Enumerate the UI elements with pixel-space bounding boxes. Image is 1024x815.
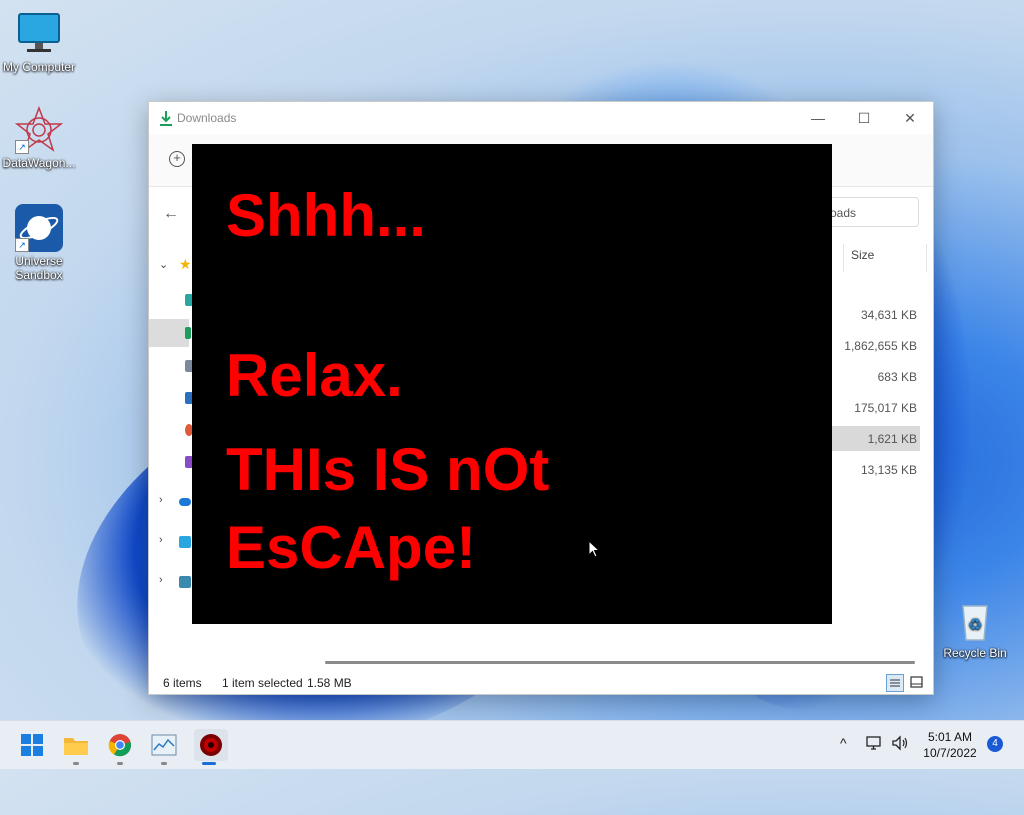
window-titlebar[interactable]: Downloads — ☐ ✕ xyxy=(149,102,933,134)
close-button[interactable]: ✕ xyxy=(887,102,933,134)
overlay-line-4: EsCApe! xyxy=(226,514,477,581)
navigation-pane: ⌄ ★ › › › xyxy=(149,242,193,662)
nav-item-network[interactable]: › xyxy=(149,568,191,596)
selection-size: 1.58 MB xyxy=(307,676,352,690)
maximize-button[interactable]: ☐ xyxy=(841,102,887,134)
network-icon[interactable] xyxy=(866,735,884,754)
shortcut-arrow-icon: ↗ xyxy=(15,238,29,252)
file-explorer-icon[interactable] xyxy=(62,731,90,759)
column-header-size[interactable]: Size xyxy=(843,244,927,272)
shortcut-arrow-icon: ↗ xyxy=(15,140,29,154)
desktop-icon-recycle-bin[interactable]: ♻ Recycle Bin xyxy=(936,596,1014,660)
pc-icon xyxy=(179,536,191,548)
chevron-right-icon: › xyxy=(159,534,163,546)
overlay-line-1: Shhh... xyxy=(226,182,426,249)
file-size: 175,017 KB xyxy=(854,401,917,415)
nav-item-onedrive[interactable]: › xyxy=(149,488,191,516)
file-size: 1,621 KB xyxy=(867,432,917,446)
tiles-view-button[interactable] xyxy=(908,674,926,692)
desktop-icon-universe-sandbox[interactable]: ↗ Universe Sandbox xyxy=(0,204,78,282)
overlay-line-3: THIs IS nOt xyxy=(226,436,550,503)
svg-text:♻: ♻ xyxy=(968,615,982,634)
horizontal-scrollbar[interactable] xyxy=(325,661,915,664)
nav-item-this-pc[interactable]: › xyxy=(149,528,191,556)
overlay-line-2: Relax. xyxy=(226,342,403,409)
nav-item[interactable] xyxy=(149,448,193,476)
malware-app-icon[interactable] xyxy=(194,729,228,761)
clock-time: 5:01 AM xyxy=(927,730,973,744)
desktop-icon-label: My Computer xyxy=(2,60,76,74)
file-size: 1,862,655 KB xyxy=(844,339,917,353)
clock-date: 10/7/2022 xyxy=(923,746,977,760)
file-size: 683 KB xyxy=(877,370,917,384)
chevron-down-icon: ⌄ xyxy=(159,259,169,271)
back-arrow-icon[interactable]: ← xyxy=(163,205,179,223)
chevron-up-icon[interactable]: ^ xyxy=(840,735,847,751)
star-icon: ★ xyxy=(179,256,192,272)
start-icon[interactable] xyxy=(18,731,46,759)
nav-item[interactable] xyxy=(149,384,193,412)
active-indicator xyxy=(202,762,216,765)
nav-item[interactable] xyxy=(149,416,193,444)
chevron-right-icon: › xyxy=(159,494,163,506)
new-item-button[interactable]: + xyxy=(169,151,185,167)
notification-badge[interactable]: 4 xyxy=(987,736,1003,752)
taskbar: ^ 5:01 AM 10/7/2022 xyxy=(0,720,1024,769)
status-bar: 6 items 1 item selected 1.58 MB xyxy=(149,670,933,694)
details-view-button[interactable] xyxy=(886,674,904,692)
desktop-icon-datawagon[interactable]: ↗ DataWagon... xyxy=(0,105,78,170)
nav-item[interactable] xyxy=(149,352,193,380)
running-indicator xyxy=(117,762,123,765)
desktop-icon-label: Recycle Bin xyxy=(943,646,1007,660)
recycle-bin-icon: ♻ xyxy=(951,596,999,644)
item-count: 6 items xyxy=(163,676,202,690)
download-arrow-icon xyxy=(160,111,172,126)
file-size: 13,135 KB xyxy=(860,463,917,477)
volume-icon[interactable] xyxy=(891,735,909,754)
nav-item-downloads[interactable] xyxy=(149,319,191,347)
chrome-icon[interactable] xyxy=(106,731,134,759)
running-indicator xyxy=(161,762,167,765)
clock[interactable]: 5:01 AM 10/7/2022 xyxy=(915,729,985,761)
nav-item[interactable] xyxy=(149,286,193,314)
datawagon-icon: ↗ xyxy=(14,105,64,154)
nav-item-quick-access[interactable]: ⌄ ★ xyxy=(149,252,192,280)
universe-sandbox-icon: ↗ xyxy=(15,204,63,252)
network-icon xyxy=(179,576,191,588)
chevron-right-icon: › xyxy=(159,574,163,586)
window-title: Downloads xyxy=(177,111,237,125)
onedrive-icon xyxy=(179,498,191,506)
prank-overlay-window[interactable]: Shhh... Relax. THIs IS nOt EsCApe! xyxy=(192,144,832,624)
selection-count: 1 item selected xyxy=(222,676,303,690)
monitor-icon xyxy=(15,10,63,58)
desktop-icon-label: Universe Sandbox xyxy=(15,254,63,282)
desktop-icon-label: DataWagon... xyxy=(2,156,76,170)
download-folder-icon xyxy=(185,327,191,339)
running-indicator xyxy=(73,762,79,765)
task-manager-icon[interactable] xyxy=(150,731,178,759)
mouse-cursor-icon xyxy=(588,540,600,558)
file-size: 34,631 KB xyxy=(860,308,917,322)
minimize-button[interactable]: — xyxy=(795,102,841,134)
desktop-icon-my-computer[interactable]: My Computer xyxy=(0,10,78,74)
